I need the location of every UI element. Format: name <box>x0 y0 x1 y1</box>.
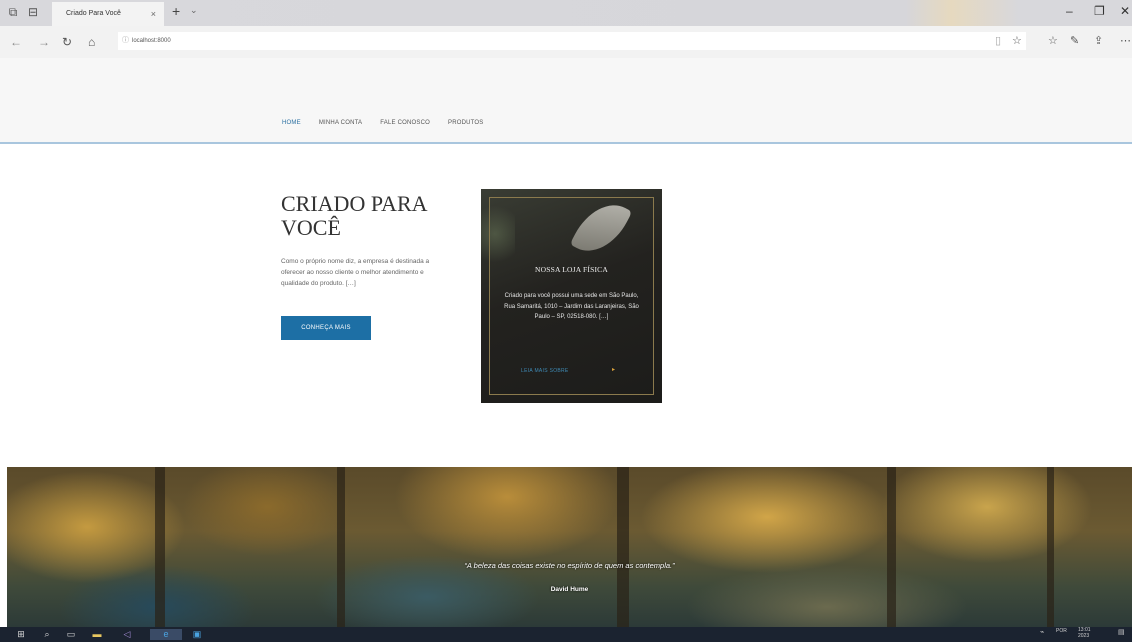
favorites-star-icon[interactable]: ☆ <box>1012 34 1022 47</box>
pen-icon[interactable]: ✎ <box>1070 34 1079 47</box>
menu-item-minha-conta[interactable]: MINHA CONTA <box>319 120 362 126</box>
reading-view-icon[interactable]: ▯ <box>995 34 1001 47</box>
tray-date[interactable]: 2023 <box>1078 633 1089 640</box>
card-title: NOSSA LOJA FÍSICA <box>534 265 608 274</box>
tree-trunk <box>887 467 896 627</box>
card-text: Criado para você possui uma sede em São … <box>504 293 639 320</box>
network-icon[interactable]: ⌁ <box>1040 629 1044 635</box>
windows-start-icon[interactable]: ⊞ <box>14 629 28 640</box>
menu-item-home[interactable]: HOME <box>282 120 301 126</box>
edge-browser-icon[interactable]: e <box>150 629 182 640</box>
tab-title: Criado Para Você <box>66 10 121 17</box>
tab-dropdown-icon[interactable]: ⌄ <box>190 5 198 16</box>
tab-actions-icon[interactable]: ⧉ <box>6 5 20 19</box>
task-view-icon[interactable]: ▭ <box>64 629 78 640</box>
tab-preview-icon[interactable]: ⊟ <box>26 5 40 19</box>
hero-title: CRIADO PARA VOCÊ <box>281 191 427 240</box>
url-field[interactable]: ⓘ localhost:8000 <box>118 32 1026 50</box>
store-card: NOSSA LOJA FÍSICA Criado para você possu… <box>481 189 662 403</box>
back-icon[interactable]: ← <box>10 35 22 49</box>
maximize-button[interactable]: ❐ <box>1094 4 1105 18</box>
file-explorer-icon[interactable]: ▬ <box>90 629 104 640</box>
visual-studio-icon[interactable]: ◁ <box>118 629 136 640</box>
home-icon[interactable]: ⌂ <box>88 35 95 49</box>
browser-tab-bar: ⧉ ⊟ Criado Para Você × + ⌄ – ❐ ✕ <box>0 0 1132 26</box>
search-icon[interactable]: ⌕ <box>40 629 54 640</box>
main-menu: HOME MINHA CONTA FALE CONOSCO PRODUTOS <box>282 120 484 126</box>
notifications-icon[interactable]: ▤ <box>1118 629 1125 635</box>
menu-item-produtos[interactable]: PRODUTOS <box>448 120 484 126</box>
tree-trunk <box>155 467 165 627</box>
refresh-icon[interactable]: ↻ <box>62 35 72 49</box>
url-text: localhost:8000 <box>132 38 171 44</box>
browser-address-bar: ← → ↻ ⌂ ⓘ localhost:8000 ▯ ☆ ☆ ✎ ⇪ ⋯ <box>0 26 1132 59</box>
site-header: HOME MINHA CONTA FALE CONOSCO PRODUTOS <box>0 58 1132 144</box>
banner-author: David Hume <box>550 586 589 593</box>
browser-tab[interactable]: Criado Para Você × <box>52 2 164 26</box>
new-tab-button[interactable]: + <box>172 3 180 19</box>
banner-quote: “A beleza das coisas existe no espírito … <box>464 561 675 570</box>
more-icon[interactable]: ⋯ <box>1120 34 1131 47</box>
app-icon[interactable]: ▣ <box>188 629 206 640</box>
windows-taskbar: ⊞ ⌕ ▭ ▬ ◁ e ▣ ⌁ POR 13:01 2023 ▤ <box>0 627 1132 642</box>
tab-close-icon[interactable]: × <box>151 2 156 26</box>
tree-trunk <box>1047 467 1054 627</box>
forward-icon[interactable]: → <box>38 35 50 49</box>
tree-trunk <box>337 467 345 627</box>
tray-language[interactable]: POR <box>1056 628 1067 635</box>
close-window-button[interactable]: ✕ <box>1120 4 1130 18</box>
tree-trunk <box>617 467 629 627</box>
minimize-button[interactable]: – <box>1066 4 1073 18</box>
arrow-right-icon[interactable]: ▸ <box>612 366 615 373</box>
hero-text: Como o próprio nome diz, a empresa é des… <box>281 258 430 287</box>
menu-item-fale-conosco[interactable]: FALE CONOSCO <box>380 120 430 126</box>
conheca-mais-button[interactable]: CONHEÇA MAIS <box>281 316 371 340</box>
share-icon[interactable]: ⇪ <box>1094 34 1103 47</box>
page-info-icon[interactable]: ⓘ <box>122 32 129 50</box>
quote-banner: “A beleza das coisas existe no espírito … <box>7 467 1132 627</box>
hub-icon[interactable]: ☆ <box>1048 34 1058 47</box>
